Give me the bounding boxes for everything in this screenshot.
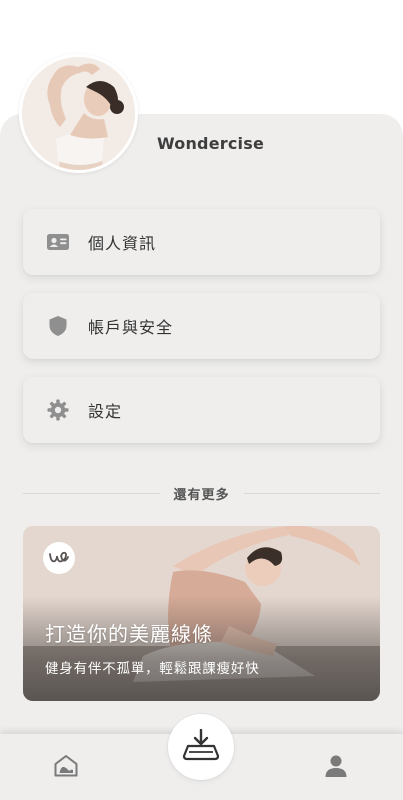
username: Wondercise (157, 134, 264, 153)
more-divider: 還有更多 (23, 484, 381, 503)
avatar[interactable] (19, 54, 138, 173)
home-icon[interactable] (52, 752, 80, 780)
menu-item-personal-info[interactable]: 個人資訊 (23, 209, 380, 275)
download-tray-icon (181, 728, 221, 765)
wondercise-logo-icon (43, 542, 75, 574)
menu-item-settings[interactable]: 設定 (23, 377, 380, 443)
promo-gradient (23, 596, 380, 701)
menu-item-account-security[interactable]: 帳戶與安全 (23, 293, 380, 359)
promo-title: 打造你的美麗線條 (45, 622, 213, 646)
menu-item-label: 帳戶與安全 (88, 318, 174, 337)
divider-line-right (243, 492, 381, 494)
menu-item-label: 個人資訊 (88, 234, 157, 253)
promo-subtitle: 健身有伴不孤單，輕鬆跟課瘦好快 (45, 661, 260, 677)
promo-banner[interactable]: 打造你的美麗線條 健身有伴不孤單，輕鬆跟課瘦好快 (23, 526, 380, 701)
more-label: 還有更多 (173, 487, 230, 503)
shield-icon (46, 314, 70, 338)
id-card-icon (46, 230, 70, 254)
download-tray-button[interactable] (168, 714, 234, 780)
divider-line-left (23, 492, 160, 494)
gear-icon (46, 398, 70, 422)
menu-item-label: 設定 (88, 402, 123, 421)
user-icon[interactable] (322, 752, 350, 780)
